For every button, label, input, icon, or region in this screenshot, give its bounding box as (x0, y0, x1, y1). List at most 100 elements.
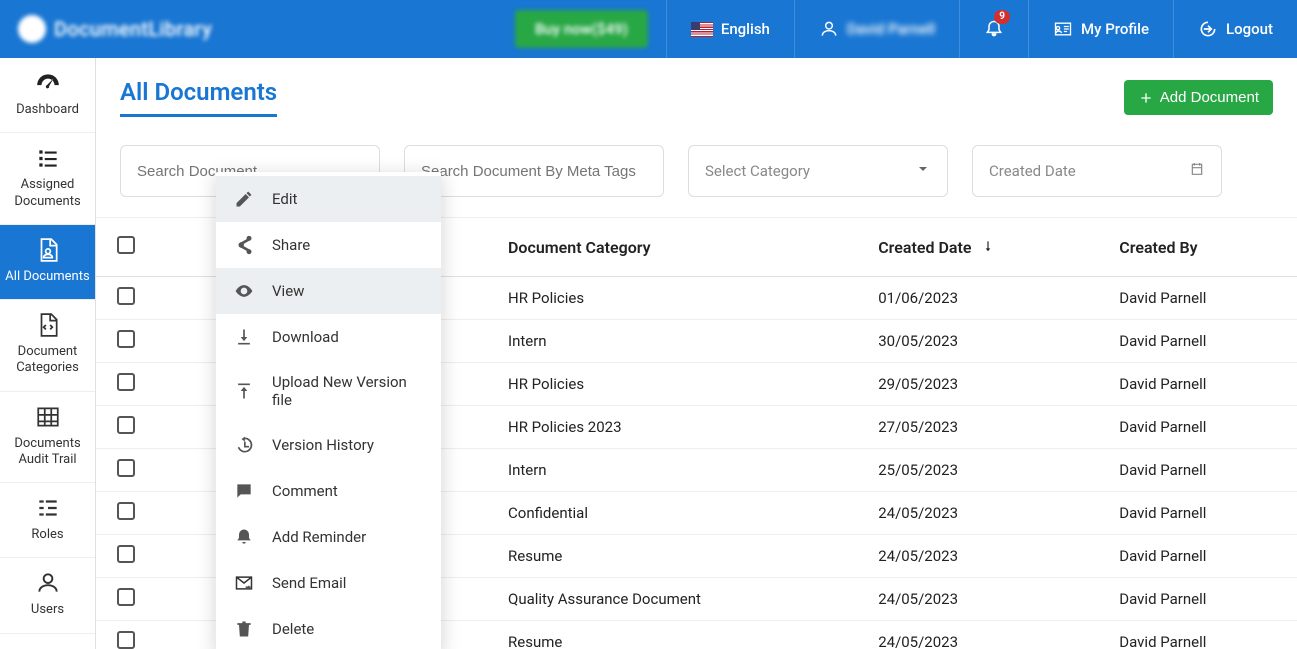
cell-created-date: 27/05/2023 (866, 406, 1107, 449)
brand[interactable]: DocumentLibrary (0, 0, 230, 58)
cell-created-by: David Parnell (1107, 492, 1297, 535)
sidebar-item-label: All Documents (5, 269, 89, 285)
col-created-date-label: Created Date (878, 238, 971, 257)
language-selector[interactable]: English (666, 0, 794, 58)
ctx-item-label: Comment (272, 482, 338, 500)
bell-fill-icon (234, 527, 254, 547)
logout-button[interactable]: Logout (1173, 0, 1297, 58)
pencil-icon (234, 189, 254, 209)
row-checkbox[interactable] (117, 459, 135, 477)
buy-now-button[interactable]: Buy now($49) (515, 10, 648, 48)
ctx-item-label: Share (272, 236, 310, 254)
sidebar-item-dashboard[interactable]: Dashboard (0, 58, 95, 133)
current-user-name: David Parnell (847, 20, 935, 38)
ctx-send-email[interactable]: Send Email (216, 560, 441, 606)
row-context-menu: Edit Share View Download Upload New Version … (216, 172, 441, 649)
ctx-comment[interactable]: Comment (216, 468, 441, 514)
col-created-by[interactable]: Created By (1107, 218, 1297, 277)
row-checkbox[interactable] (117, 502, 135, 520)
cell-created-by: David Parnell (1107, 320, 1297, 363)
sidebar-item-label: Roles (31, 527, 63, 543)
category-select-placeholder: Select Category (705, 162, 810, 180)
ctx-edit[interactable]: Edit (216, 176, 441, 222)
sidebar-item-assigned-documents[interactable]: Assigned Documents (0, 133, 95, 225)
sidebar-item-label: Users (31, 602, 64, 618)
ctx-item-label: Upload New Version file (272, 373, 423, 409)
checklist-icon (35, 145, 61, 171)
cell-category: HR Policies 2023 (496, 406, 866, 449)
cell-category: Intern (496, 320, 866, 363)
col-category[interactable]: Document Category (496, 218, 866, 277)
row-checkbox[interactable] (117, 416, 135, 434)
ctx-item-label: Edit (272, 190, 297, 208)
created-date-picker[interactable]: Created Date (972, 145, 1222, 197)
cell-category: HR Policies (496, 363, 866, 406)
cell-created-by: David Parnell (1107, 277, 1297, 320)
ctx-version-history[interactable]: Version History (216, 422, 441, 468)
chevron-down-icon (915, 161, 931, 181)
flag-us-icon (691, 22, 713, 37)
row-checkbox[interactable] (117, 588, 135, 606)
sidebar-item-role-user[interactable]: Role User (0, 634, 95, 649)
sidebar-item-document-categories[interactable]: Document Categories (0, 300, 95, 392)
notifications-button[interactable]: 9 (959, 0, 1028, 58)
history-icon (234, 435, 254, 455)
cell-created-by: David Parnell (1107, 449, 1297, 492)
eye-icon (234, 281, 254, 301)
cell-category: Intern (496, 449, 866, 492)
sidebar-item-documents-audit-trail[interactable]: Documents Audit Trail (0, 392, 95, 484)
select-all-checkbox[interactable] (117, 236, 135, 254)
table-icon (35, 404, 61, 430)
sidebar-item-all-documents[interactable]: All Documents (0, 225, 95, 300)
ctx-view[interactable]: View (216, 268, 441, 314)
gauge-icon (35, 70, 61, 96)
col-checkbox (96, 218, 156, 277)
sidebar-item-roles[interactable]: Roles (0, 483, 95, 558)
cell-created-by: David Parnell (1107, 535, 1297, 578)
mail-send-icon (234, 573, 254, 593)
clipboard-icon (35, 646, 61, 649)
current-user[interactable]: David Parnell (794, 0, 959, 58)
row-checkbox[interactable] (117, 287, 135, 305)
row-checkbox[interactable] (117, 373, 135, 391)
ctx-item-label: Send Email (272, 574, 346, 592)
row-checkbox[interactable] (117, 330, 135, 348)
ctx-item-label: Download (272, 328, 339, 346)
cell-category: Resume (496, 621, 866, 649)
cell-created-date: 30/05/2023 (866, 320, 1107, 363)
id-card-icon (1053, 19, 1073, 39)
ctx-item-label: Version History (272, 436, 374, 454)
search-meta-input[interactable] (404, 145, 664, 197)
sidebar-item-users[interactable]: Users (0, 558, 95, 633)
col-created-date[interactable]: Created Date (866, 218, 1107, 277)
sidebar-item-label: Assigned Documents (4, 177, 91, 210)
person-icon (35, 570, 61, 596)
notification-badge: 9 (994, 10, 1010, 24)
row-checkbox[interactable] (117, 545, 135, 563)
file-user-icon (35, 237, 61, 263)
page-header: All Documents Add Document (96, 58, 1297, 127)
add-document-button[interactable]: Add Document (1124, 80, 1273, 115)
buy-now-label: Buy now($49) (535, 20, 628, 38)
sidebar-item-label: Document Categories (4, 344, 91, 377)
ctx-download[interactable]: Download (216, 314, 441, 360)
topbar: DocumentLibrary Buy now($49) English Dav… (0, 0, 1297, 58)
row-checkbox[interactable] (117, 631, 135, 649)
share-icon (234, 235, 254, 255)
cell-created-by: David Parnell (1107, 578, 1297, 621)
brand-name: DocumentLibrary (54, 17, 212, 41)
ctx-upload-new-version[interactable]: Upload New Version file (216, 360, 441, 422)
logout-label: Logout (1226, 20, 1273, 38)
cell-created-by: David Parnell (1107, 406, 1297, 449)
ctx-delete[interactable]: Delete (216, 606, 441, 649)
my-profile-label: My Profile (1081, 20, 1149, 38)
category-select[interactable]: Select Category (688, 145, 948, 197)
logout-icon (1198, 19, 1218, 39)
ctx-add-reminder[interactable]: Add Reminder (216, 514, 441, 560)
my-profile-button[interactable]: My Profile (1028, 0, 1173, 58)
download-icon (234, 327, 254, 347)
cell-category: Resume (496, 535, 866, 578)
cell-category: HR Policies (496, 277, 866, 320)
language-label: English (721, 20, 770, 38)
ctx-share[interactable]: Share (216, 222, 441, 268)
